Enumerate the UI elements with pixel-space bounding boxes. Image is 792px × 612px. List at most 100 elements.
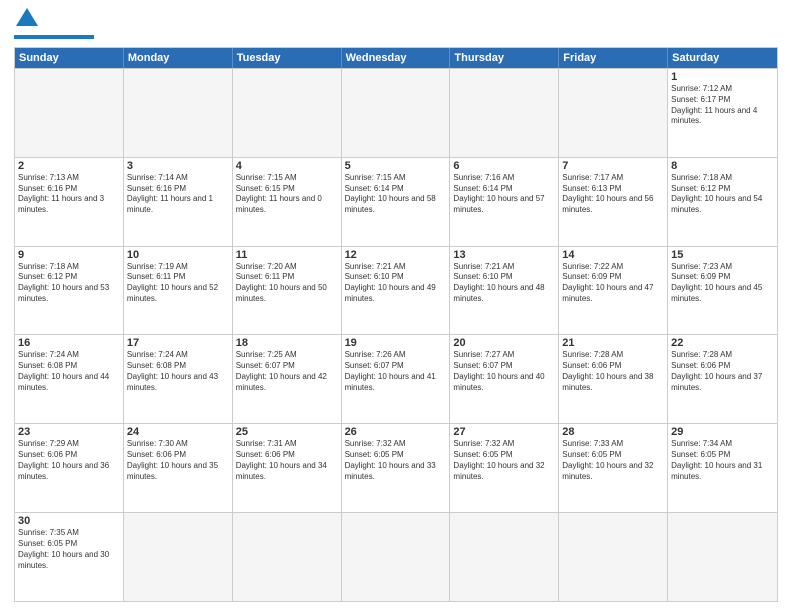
cal-cell-3-2: 18Sunrise: 7:25 AMSunset: 6:07 PMDayligh… (233, 335, 342, 423)
day-info: Sunrise: 7:32 AMSunset: 6:05 PMDaylight:… (345, 439, 447, 482)
day-number: 24 (127, 426, 229, 438)
cal-cell-3-6: 22Sunrise: 7:28 AMSunset: 6:06 PMDayligh… (668, 335, 777, 423)
cal-header-sunday: Sunday (15, 48, 124, 68)
day-number: 15 (671, 249, 774, 261)
day-info: Sunrise: 7:33 AMSunset: 6:05 PMDaylight:… (562, 439, 664, 482)
day-number: 2 (18, 160, 120, 172)
cal-cell-4-2: 25Sunrise: 7:31 AMSunset: 6:06 PMDayligh… (233, 424, 342, 512)
day-number: 7 (562, 160, 664, 172)
day-info: Sunrise: 7:23 AMSunset: 6:09 PMDaylight:… (671, 262, 774, 305)
day-info: Sunrise: 7:19 AMSunset: 6:11 PMDaylight:… (127, 262, 229, 305)
cal-cell-0-5 (559, 69, 668, 157)
logo (14, 10, 94, 39)
cal-row-2: 9Sunrise: 7:18 AMSunset: 6:12 PMDaylight… (15, 246, 777, 335)
cal-cell-0-0 (15, 69, 124, 157)
day-info: Sunrise: 7:32 AMSunset: 6:05 PMDaylight:… (453, 439, 555, 482)
day-number: 29 (671, 426, 774, 438)
day-number: 20 (453, 337, 555, 349)
calendar-header: SundayMondayTuesdayWednesdayThursdayFrid… (15, 48, 777, 68)
day-info: Sunrise: 7:17 AMSunset: 6:13 PMDaylight:… (562, 173, 664, 216)
day-number: 19 (345, 337, 447, 349)
cal-cell-5-5 (559, 513, 668, 601)
cal-header-tuesday: Tuesday (233, 48, 342, 68)
day-number: 1 (671, 71, 774, 83)
cal-cell-4-3: 26Sunrise: 7:32 AMSunset: 6:05 PMDayligh… (342, 424, 451, 512)
day-number: 6 (453, 160, 555, 172)
cal-cell-4-1: 24Sunrise: 7:30 AMSunset: 6:06 PMDayligh… (124, 424, 233, 512)
logo-triangle-icon (16, 8, 38, 31)
cal-row-5: 30Sunrise: 7:35 AMSunset: 6:05 PMDayligh… (15, 512, 777, 601)
day-info: Sunrise: 7:15 AMSunset: 6:15 PMDaylight:… (236, 173, 338, 216)
cal-cell-1-5: 7Sunrise: 7:17 AMSunset: 6:13 PMDaylight… (559, 158, 668, 246)
day-info: Sunrise: 7:28 AMSunset: 6:06 PMDaylight:… (562, 350, 664, 393)
day-number: 18 (236, 337, 338, 349)
day-info: Sunrise: 7:21 AMSunset: 6:10 PMDaylight:… (345, 262, 447, 305)
cal-cell-5-1 (124, 513, 233, 601)
cal-row-3: 16Sunrise: 7:24 AMSunset: 6:08 PMDayligh… (15, 334, 777, 423)
cal-cell-4-0: 23Sunrise: 7:29 AMSunset: 6:06 PMDayligh… (15, 424, 124, 512)
day-number: 16 (18, 337, 120, 349)
cal-cell-3-1: 17Sunrise: 7:24 AMSunset: 6:08 PMDayligh… (124, 335, 233, 423)
day-number: 14 (562, 249, 664, 261)
cal-cell-4-6: 29Sunrise: 7:34 AMSunset: 6:05 PMDayligh… (668, 424, 777, 512)
cal-row-0: 1Sunrise: 7:12 AMSunset: 6:17 PMDaylight… (15, 68, 777, 157)
day-info: Sunrise: 7:13 AMSunset: 6:16 PMDaylight:… (18, 173, 120, 216)
cal-cell-5-6 (668, 513, 777, 601)
day-info: Sunrise: 7:18 AMSunset: 6:12 PMDaylight:… (18, 262, 120, 305)
cal-cell-2-0: 9Sunrise: 7:18 AMSunset: 6:12 PMDaylight… (15, 247, 124, 335)
day-number: 28 (562, 426, 664, 438)
cal-cell-5-0: 30Sunrise: 7:35 AMSunset: 6:05 PMDayligh… (15, 513, 124, 601)
day-info: Sunrise: 7:20 AMSunset: 6:11 PMDaylight:… (236, 262, 338, 305)
day-info: Sunrise: 7:16 AMSunset: 6:14 PMDaylight:… (453, 173, 555, 216)
cal-cell-3-0: 16Sunrise: 7:24 AMSunset: 6:08 PMDayligh… (15, 335, 124, 423)
day-info: Sunrise: 7:28 AMSunset: 6:06 PMDaylight:… (671, 350, 774, 393)
day-info: Sunrise: 7:24 AMSunset: 6:08 PMDaylight:… (127, 350, 229, 393)
cal-cell-5-4 (450, 513, 559, 601)
day-number: 27 (453, 426, 555, 438)
day-info: Sunrise: 7:26 AMSunset: 6:07 PMDaylight:… (345, 350, 447, 393)
day-number: 5 (345, 160, 447, 172)
day-number: 8 (671, 160, 774, 172)
cal-cell-3-5: 21Sunrise: 7:28 AMSunset: 6:06 PMDayligh… (559, 335, 668, 423)
cal-cell-1-1: 3Sunrise: 7:14 AMSunset: 6:16 PMDaylight… (124, 158, 233, 246)
logo-text (14, 10, 38, 33)
day-info: Sunrise: 7:27 AMSunset: 6:07 PMDaylight:… (453, 350, 555, 393)
day-info: Sunrise: 7:18 AMSunset: 6:12 PMDaylight:… (671, 173, 774, 216)
cal-cell-2-4: 13Sunrise: 7:21 AMSunset: 6:10 PMDayligh… (450, 247, 559, 335)
day-info: Sunrise: 7:15 AMSunset: 6:14 PMDaylight:… (345, 173, 447, 216)
day-number: 9 (18, 249, 120, 261)
cal-cell-1-4: 6Sunrise: 7:16 AMSunset: 6:14 PMDaylight… (450, 158, 559, 246)
day-info: Sunrise: 7:31 AMSunset: 6:06 PMDaylight:… (236, 439, 338, 482)
day-number: 10 (127, 249, 229, 261)
cal-cell-0-3 (342, 69, 451, 157)
cal-cell-1-6: 8Sunrise: 7:18 AMSunset: 6:12 PMDaylight… (668, 158, 777, 246)
cal-header-thursday: Thursday (450, 48, 559, 68)
calendar-body: 1Sunrise: 7:12 AMSunset: 6:17 PMDaylight… (15, 68, 777, 601)
day-number: 25 (236, 426, 338, 438)
day-info: Sunrise: 7:30 AMSunset: 6:06 PMDaylight:… (127, 439, 229, 482)
page: SundayMondayTuesdayWednesdayThursdayFrid… (0, 0, 792, 612)
cal-cell-1-3: 5Sunrise: 7:15 AMSunset: 6:14 PMDaylight… (342, 158, 451, 246)
cal-header-friday: Friday (559, 48, 668, 68)
header (14, 10, 778, 39)
cal-cell-4-5: 28Sunrise: 7:33 AMSunset: 6:05 PMDayligh… (559, 424, 668, 512)
day-number: 17 (127, 337, 229, 349)
logo-bar (14, 35, 94, 39)
day-number: 23 (18, 426, 120, 438)
day-number: 13 (453, 249, 555, 261)
day-info: Sunrise: 7:34 AMSunset: 6:05 PMDaylight:… (671, 439, 774, 482)
cal-cell-2-6: 15Sunrise: 7:23 AMSunset: 6:09 PMDayligh… (668, 247, 777, 335)
cal-header-wednesday: Wednesday (342, 48, 451, 68)
cal-header-saturday: Saturday (668, 48, 777, 68)
day-info: Sunrise: 7:24 AMSunset: 6:08 PMDaylight:… (18, 350, 120, 393)
cal-cell-2-1: 10Sunrise: 7:19 AMSunset: 6:11 PMDayligh… (124, 247, 233, 335)
cal-cell-0-2 (233, 69, 342, 157)
day-info: Sunrise: 7:12 AMSunset: 6:17 PMDaylight:… (671, 84, 774, 127)
day-number: 21 (562, 337, 664, 349)
cal-row-4: 23Sunrise: 7:29 AMSunset: 6:06 PMDayligh… (15, 423, 777, 512)
cal-cell-3-3: 19Sunrise: 7:26 AMSunset: 6:07 PMDayligh… (342, 335, 451, 423)
cal-cell-0-6: 1Sunrise: 7:12 AMSunset: 6:17 PMDaylight… (668, 69, 777, 157)
day-info: Sunrise: 7:22 AMSunset: 6:09 PMDaylight:… (562, 262, 664, 305)
day-info: Sunrise: 7:21 AMSunset: 6:10 PMDaylight:… (453, 262, 555, 305)
day-info: Sunrise: 7:35 AMSunset: 6:05 PMDaylight:… (18, 528, 120, 571)
